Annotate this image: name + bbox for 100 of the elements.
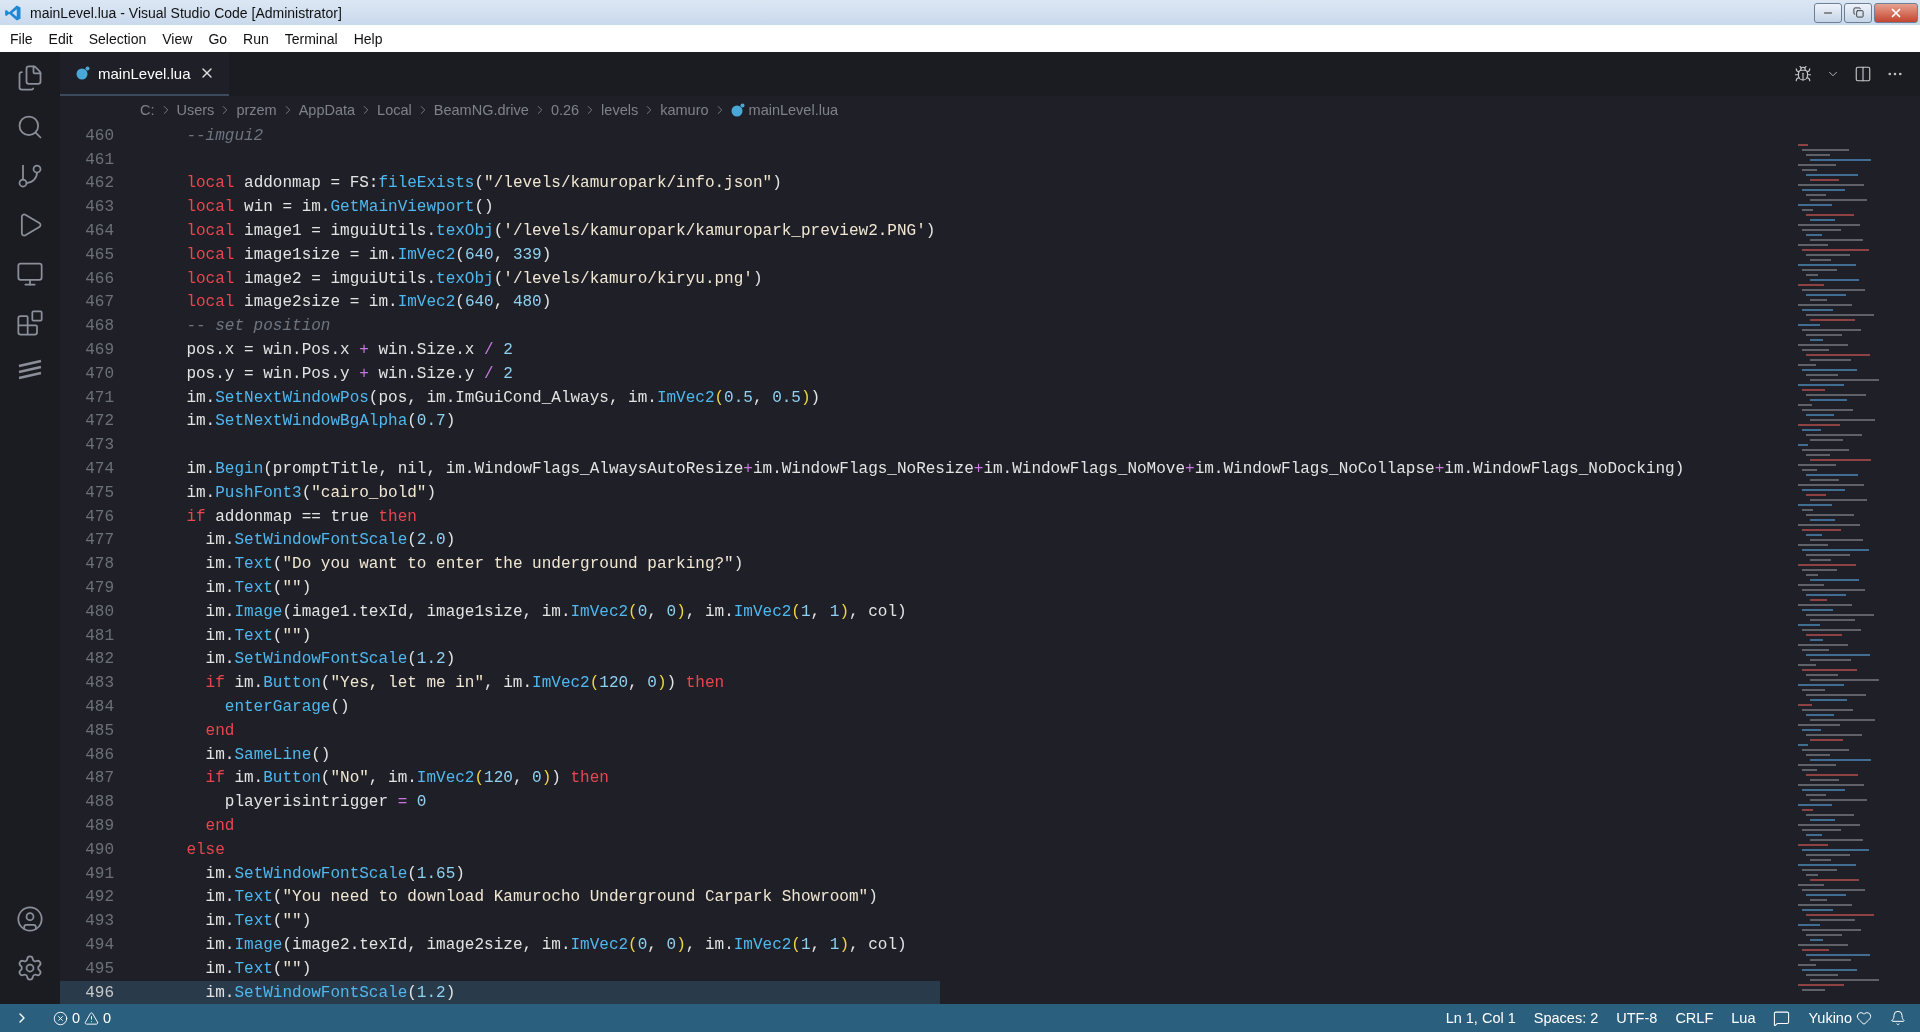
line-number: 467 [84,293,114,312]
code-text: im.SetNextWindowBgAlpha(0.7) [185,412,456,431]
menu-item[interactable]: Run [235,30,277,47]
code-text: if addonmap == true then [185,507,417,526]
warning-count: 0 [103,1010,112,1026]
line-number: 486 [84,745,114,764]
code-text: im.Text("") [204,626,312,645]
code-text: im.SetNextWindowPos(pos, im.ImGuiCond_Always, im.ImVec2(0.5, 0.5)) [185,388,821,407]
status-item[interactable]: CRLF [1666,1010,1723,1026]
feedback-icon[interactable] [1773,1009,1791,1027]
warning-icon [84,1010,100,1026]
extensions-icon[interactable] [16,309,44,337]
line-number: 463 [84,198,114,217]
code-text: im.Text("") [204,579,312,598]
status-item[interactable]: Ln 1, Col 1 [1436,1010,1525,1026]
menu-item[interactable]: Help [345,30,391,47]
line-number: 470 [84,364,114,383]
code-text: local addonmap = FS:fileExists("/levels/kamuropark/info.json") [185,174,782,193]
explorer-icon[interactable] [16,64,44,92]
code-text: if im.Button("Yes, let me in", im.ImVec2(120, 0)) then [204,674,725,693]
line-number: 485 [84,721,114,740]
line-number: 484 [84,698,114,716]
menu-item[interactable]: View [154,30,201,47]
breadcrumb-item[interactable]: C: [140,102,155,118]
status-item[interactable]: Spaces: 2 [1524,1010,1608,1026]
menu-item[interactable]: File [2,30,41,47]
app-logo-icon [4,3,22,22]
lua-file-icon [76,66,90,80]
accounts-icon[interactable] [16,905,44,933]
line-number: 479 [84,579,114,598]
code-text: pos.y = win.Pos.y + win.Size.y / 2 [185,364,513,383]
problems-status[interactable]: 0 0 [44,1010,121,1026]
line-number: 491 [84,864,114,883]
source-control-icon[interactable] [16,162,44,190]
line-number: 462 [84,174,114,193]
line-number: 494 [84,936,114,954]
line-number: 469 [84,341,114,360]
line-number: 473 [84,436,114,455]
code-text: im.Text("") [204,959,312,978]
line-number: 460 [84,126,114,145]
remote-explorer-icon[interactable] [16,260,44,288]
line-number: 472 [84,412,114,431]
line-number: 481 [84,626,114,645]
breadcrumb-item[interactable]: 0.26 [550,102,580,118]
code-text: im.Text("You need to download Kamurocho Underground Carpark Showroom") [204,888,878,907]
stacked-lines-icon[interactable] [16,358,44,382]
restore-icon [1852,7,1864,18]
minimize-button[interactable] [1814,2,1842,23]
line-number: 487 [84,769,114,788]
status-item[interactable]: UTF-8 [1607,1010,1667,1026]
code-text: im.SameLine() [204,745,331,764]
restore-button[interactable] [1844,2,1872,23]
line-number: 475 [84,483,114,502]
window-title: mainLevel.lua - Visual Studio Code [Administrator] [30,4,343,21]
breadcrumb-item[interactable]: AppData [298,102,356,118]
line-number: 474 [84,460,114,479]
code-text: local image2size = im.ImVec2(640, 480) [185,293,552,312]
line-number: 478 [84,555,114,574]
line-number: 476 [84,507,114,526]
line-number: 461 [84,150,114,169]
breadcrumb-item[interactable]: kamuro [660,102,709,118]
code-text: im.SetWindowFontScale(2.0) [204,531,456,550]
line-number: 483 [84,674,114,693]
breadcrumb-item[interactable]: levels [601,102,639,118]
code-text: im.Image(image1.texId, image1size, im.ImVec2(0, 0), im.ImVec2(1, 1), col) [204,602,907,621]
menu-item[interactable]: Go [200,30,236,47]
breadcrumb-item[interactable]: przem [236,102,277,118]
line-number: 464 [84,222,114,241]
run-debug-icon[interactable] [1794,65,1812,83]
breadcrumb-item[interactable]: Users [176,102,215,118]
line-number: 482 [84,650,114,669]
code-text: local image1size = im.ImVec2(640, 339) [185,245,552,264]
code-text: end [204,817,235,835]
code-text: end [204,721,235,740]
split-editor-icon[interactable] [1854,65,1872,83]
status-item[interactable]: Lua [1722,1010,1765,1026]
close-window-button[interactable] [1874,2,1918,23]
breadcrumb-item[interactable]: BeamNG.drive [433,102,529,118]
code-text: im.Text("Do you want to enter the underground parking?") [204,555,744,574]
menu-item[interactable]: Selection [80,30,155,47]
editor-tab[interactable]: mainLevel.lua [60,52,229,96]
code-text: local win = im.GetMainViewport() [185,198,494,217]
account-status[interactable]: Yukino [1799,1010,1881,1026]
settings-icon[interactable] [16,954,44,982]
code-text: -- set position [185,317,331,336]
search-icon[interactable] [16,113,44,141]
code-text: local image2 = imguiUtils.texObj('/levels/kamuro/kiryu.png') [185,269,763,288]
menu-item[interactable]: Terminal [276,30,346,47]
code-text: playerisintrigger = 0 [223,793,427,812]
line-number: 493 [84,912,114,931]
code-text: im.Begin(promptTitle, nil, im.WindowFlags_AlwaysAutoResize+im.WindowFlags_NoResize+im.WindowFlags_NoMove+im.WindowFlags_NoCollapse+im.WindowFlags_NoDocking) [185,460,1685,479]
code-text: pos.x = win.Pos.x + win.Size.x / 2 [185,341,513,360]
menu-item[interactable]: Edit [40,30,81,47]
breadcrumb-item[interactable]: Local [377,102,412,118]
code-text: if im.Button("No", im.ImVec2(120, 0)) then [204,769,609,788]
line-number: 490 [84,840,114,859]
bell-icon[interactable] [1890,1010,1906,1026]
breadcrumb-item[interactable]: mainLevel.lua [748,102,839,118]
line-number: 488 [84,793,114,812]
code-text: im.SetWindowFontScale(1.2) [204,983,456,1002]
